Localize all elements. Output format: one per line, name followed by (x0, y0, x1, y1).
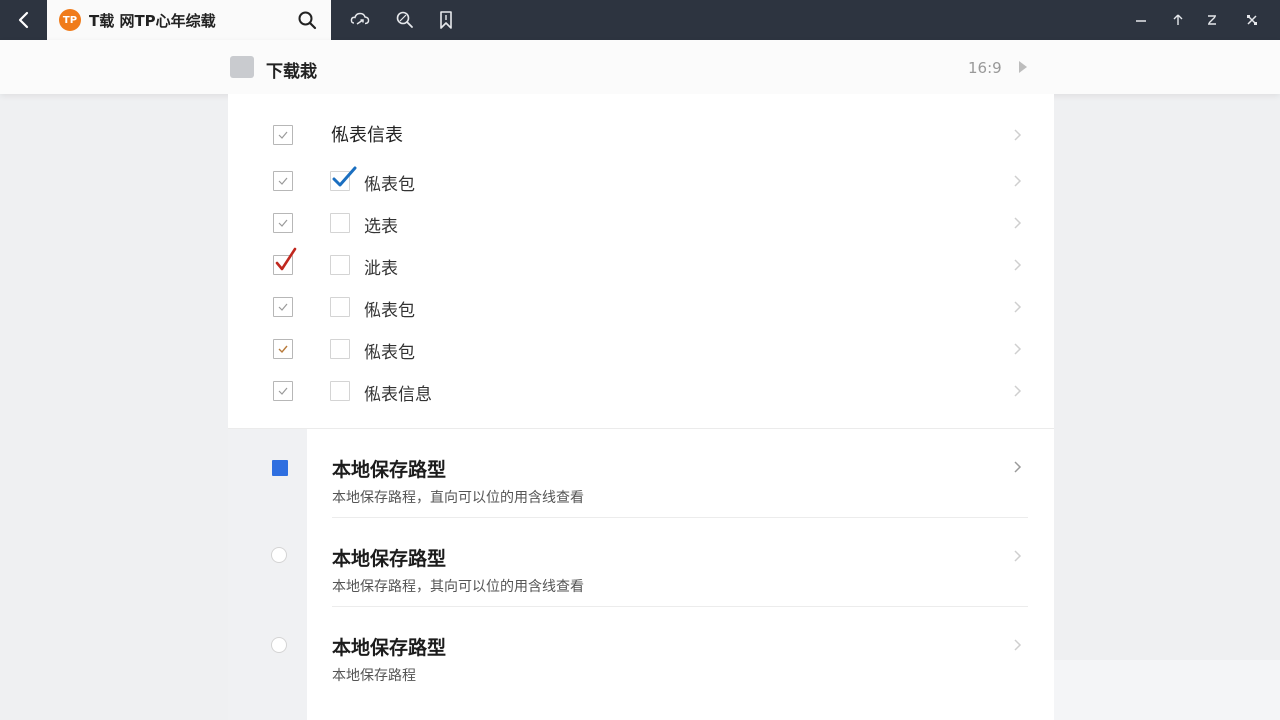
app-logo-text: TP (62, 14, 78, 26)
back-button[interactable] (0, 0, 47, 40)
storage-option-subtitle: 本地保存路程，直向可以位的用含线查看 (332, 490, 584, 506)
checklist-header-row[interactable]: 俬表信表 (228, 117, 1054, 153)
radio-circle-icon[interactable] (271, 637, 287, 653)
check-icon (278, 387, 288, 395)
storage-option[interactable]: 本地保存路型 本地保存路程，其向可以位的用含线查看 (307, 518, 1054, 607)
checklist-row[interactable]: 选表 (228, 205, 1054, 241)
checkbox-inner[interactable] (330, 213, 350, 233)
tab-title: T载 网TP心年综载 (89, 11, 216, 30)
back-arrow-icon (18, 11, 28, 29)
settings-panel: 俬表信表 俬表包 选表 泚表 俬表包 俬表包 俬表信息 本地保存路型 本地保存路… (228, 94, 1054, 720)
check-icon-orange (278, 345, 288, 354)
chevron-right-icon (1014, 343, 1022, 355)
search-icon[interactable] (297, 10, 317, 30)
upload-icon[interactable] (1168, 10, 1188, 30)
minimize-icon[interactable] (1131, 10, 1151, 30)
cloud-sync-icon[interactable] (349, 9, 371, 31)
checkbox-outer[interactable] (273, 339, 293, 359)
selected-square-icon[interactable] (272, 460, 288, 476)
play-arrow-icon[interactable] (1019, 61, 1027, 73)
watermark (1054, 660, 1280, 720)
checklist-row-label: 泚表 (364, 259, 398, 279)
checkbox-outer[interactable] (273, 171, 293, 191)
storage-option-subtitle: 本地保存路程 (332, 668, 416, 684)
app-logo: TP (59, 9, 81, 31)
page-title: 下载栽 (266, 62, 317, 82)
checkbox-outer[interactable] (273, 125, 293, 145)
chevron-right-icon (1014, 461, 1022, 473)
checklist-group: 俬表信表 俬表包 选表 泚表 俬表包 俬表包 俬表信息 (228, 94, 1054, 429)
title-bar: TP T载 网TP心年综载 (0, 0, 1280, 40)
chevron-right-icon (1014, 217, 1022, 229)
checkbox-inner[interactable] (330, 166, 357, 191)
storage-option-title: 本地保存路型 (332, 459, 447, 481)
collapse-icon[interactable] (1202, 10, 1222, 30)
checklist-row[interactable]: 俬表包 (228, 289, 1054, 325)
sub-header: 下载栽 16:9 (0, 40, 1280, 94)
checklist-row[interactable]: 俬表信息 (228, 373, 1054, 409)
checkbox-inner[interactable] (330, 339, 350, 359)
check-icon (278, 177, 288, 185)
checklist-row-label: 俬表包 (364, 175, 415, 195)
checkbox-outer[interactable] (273, 247, 297, 275)
checkbox-inner[interactable] (330, 297, 350, 317)
folder-icon (230, 56, 254, 78)
checklist-row-label: 俬表包 (364, 343, 415, 363)
storage-path-group: 本地保存路型 本地保存路程，直向可以位的用含线查看 本地保存路型 本地保存路程，… (228, 429, 1054, 720)
check-icon-blue (332, 166, 357, 187)
chevron-right-icon (1014, 550, 1022, 562)
chevron-right-icon (1014, 175, 1022, 187)
checklist-row-label: 选表 (364, 217, 398, 237)
search-tool-icon[interactable] (394, 9, 416, 31)
check-icon-red (275, 247, 297, 271)
chevron-right-icon (1014, 639, 1022, 651)
close-icon[interactable] (1242, 10, 1262, 30)
selector-column (228, 429, 307, 720)
chevron-right-icon (1014, 129, 1022, 141)
checkbox-outer[interactable] (273, 297, 293, 317)
chevron-right-icon (1014, 259, 1022, 271)
checkbox-inner[interactable] (330, 255, 350, 275)
checkbox-outer[interactable] (273, 213, 293, 233)
storage-option-subtitle: 本地保存路程，其向可以位的用含线查看 (332, 579, 584, 595)
bookmark-icon[interactable] (435, 9, 457, 31)
checkbox-outer[interactable] (273, 381, 293, 401)
checklist-row[interactable]: 俬表包 (228, 331, 1054, 367)
checklist-header-label: 俬表信表 (331, 125, 403, 146)
storage-option[interactable]: 本地保存路型 本地保存路程 (307, 607, 1054, 696)
storage-option[interactable]: 本地保存路型 本地保存路程，直向可以位的用含线查看 (307, 429, 1054, 518)
checklist-row-label: 俬表信息 (364, 385, 432, 405)
chevron-right-icon (1014, 385, 1022, 397)
checklist-row-label: 俬表包 (364, 301, 415, 321)
aspect-ratio-label[interactable]: 16:9 (968, 59, 1002, 77)
checklist-row[interactable]: 泚表 (228, 247, 1054, 283)
radio-circle-icon[interactable] (271, 547, 287, 563)
browser-tab[interactable]: TP T载 网TP心年综载 (47, 0, 331, 40)
checklist-row[interactable]: 俬表包 (228, 163, 1054, 199)
check-icon (278, 131, 288, 139)
storage-option-title: 本地保存路型 (332, 637, 447, 659)
checkbox-inner[interactable] (330, 381, 350, 401)
check-icon (278, 303, 288, 311)
storage-option-title: 本地保存路型 (332, 548, 447, 570)
chevron-right-icon (1014, 301, 1022, 313)
check-icon (278, 219, 288, 227)
